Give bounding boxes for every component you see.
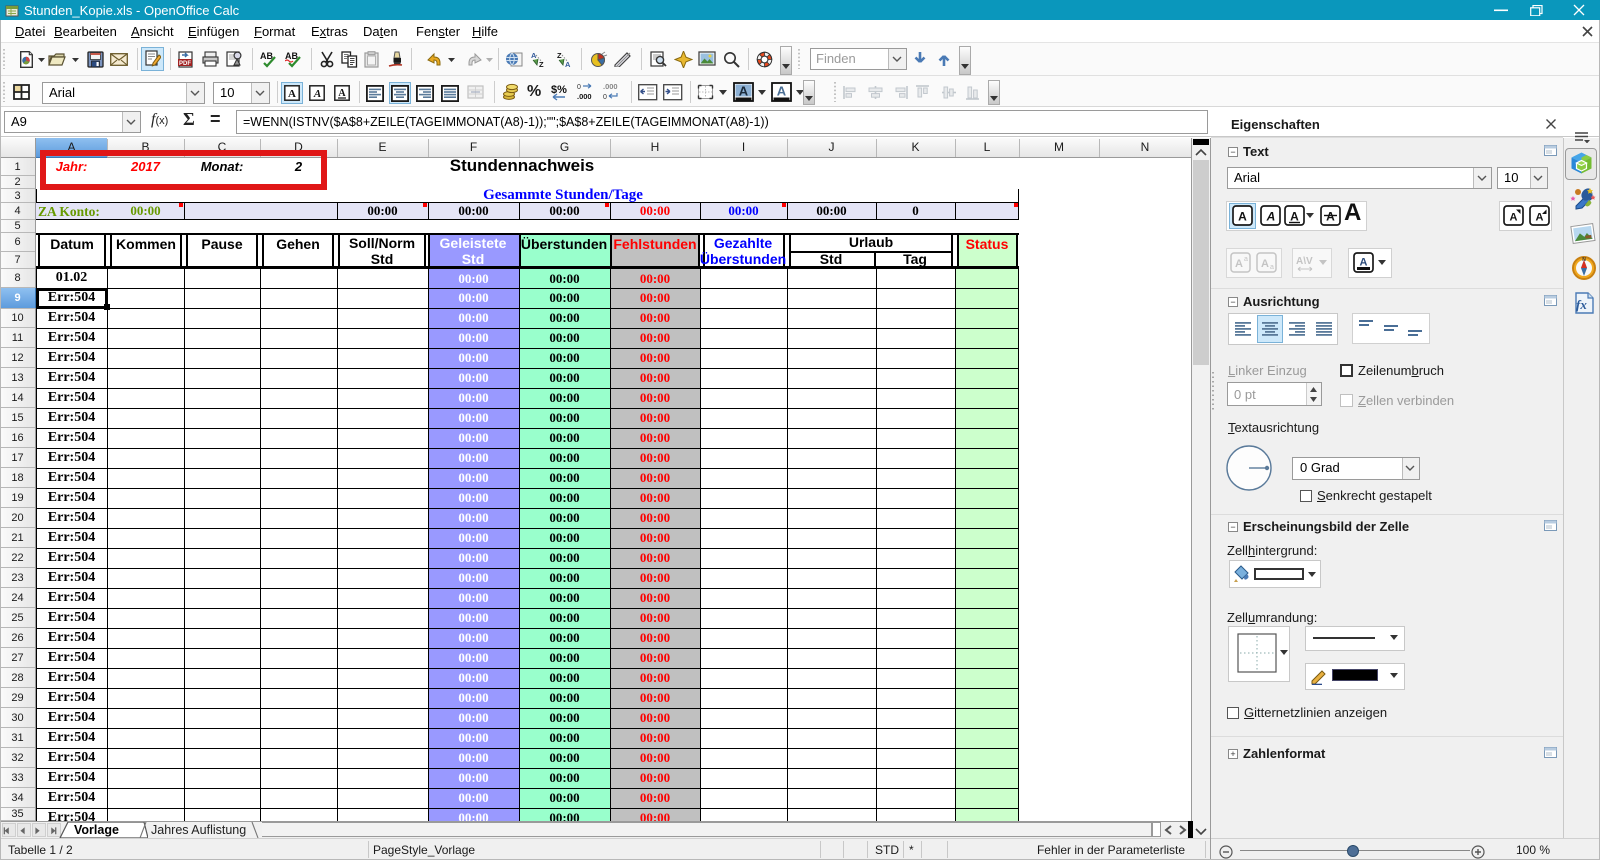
- svg-text:A: A: [1266, 210, 1276, 224]
- svg-text:A: A: [1536, 212, 1544, 224]
- svg-text:A\V: A\V: [1296, 256, 1313, 267]
- svg-text:N: N: [1582, 257, 1586, 263]
- svg-text:A: A: [1235, 258, 1243, 270]
- svg-text:A: A: [1360, 257, 1368, 269]
- svg-text:A: A: [1261, 258, 1269, 270]
- svg-text:A: A: [338, 88, 346, 99]
- svg-text:A: A: [1238, 210, 1247, 224]
- svg-text:.000: .000: [577, 92, 592, 101]
- svg-text:A: A: [739, 84, 749, 99]
- svg-text:A: A: [1326, 210, 1335, 224]
- svg-text:A: A: [777, 84, 787, 99]
- svg-text:A: A: [313, 88, 321, 100]
- svg-text:Z: Z: [539, 60, 544, 68]
- svg-text:$%: $%: [551, 84, 567, 96]
- svg-text:A: A: [1510, 212, 1518, 224]
- svg-text:A: A: [565, 60, 571, 68]
- svg-text:.000: .000: [603, 82, 618, 91]
- svg-text:fx: fx: [1576, 297, 1587, 312]
- svg-text:a: a: [1244, 256, 1248, 263]
- svg-text:Z: Z: [557, 51, 562, 60]
- svg-text:0: 0: [603, 94, 607, 101]
- svg-text:A: A: [288, 88, 296, 100]
- svg-text:a: a: [1270, 264, 1274, 271]
- svg-text:PDF: PDF: [179, 61, 191, 67]
- svg-text:A: A: [1290, 210, 1299, 224]
- svg-text:0: 0: [577, 84, 581, 91]
